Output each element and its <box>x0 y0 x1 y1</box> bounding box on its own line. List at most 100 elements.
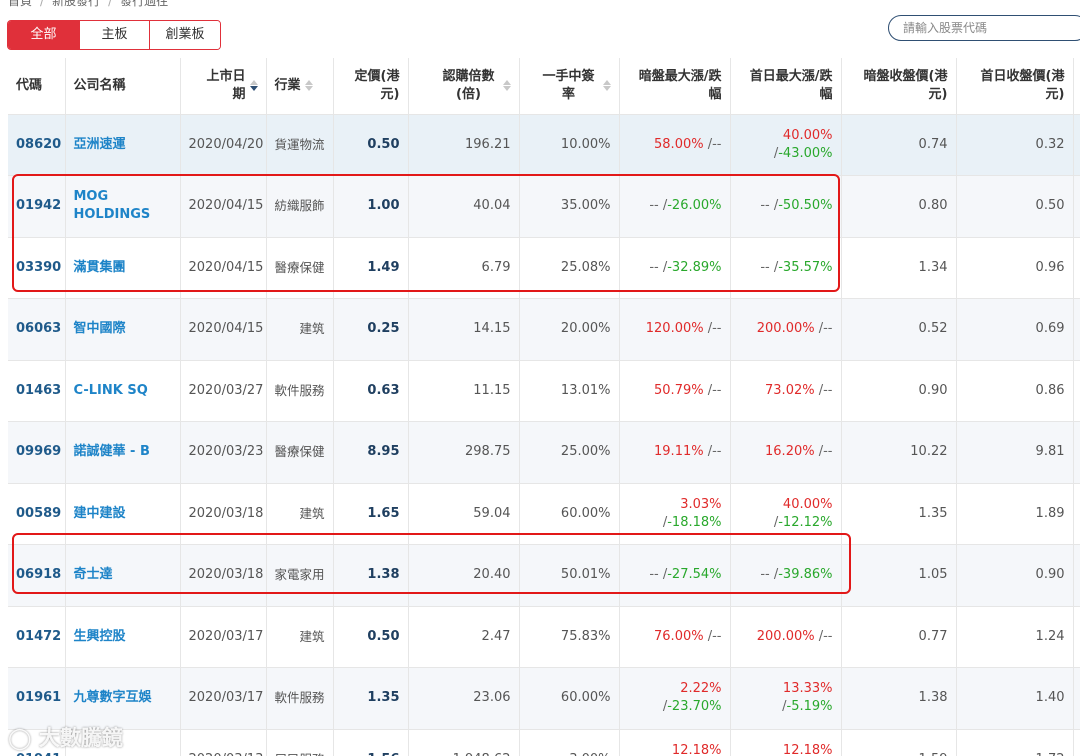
listing-date: 2020/04/20 <box>180 114 267 176</box>
first-day-max-change-high: 13.33% <box>782 681 833 697</box>
tab-gem-board[interactable]: 創業板 <box>150 21 220 49</box>
subscription-multiple: 298.75 <box>408 421 520 484</box>
company-name-link[interactable]: 滿貫集團 <box>65 237 181 299</box>
table-row: 06918 奇士達 2020/03/18 家電家用 1.38 20.40 50.01% -- … <box>8 544 1080 607</box>
sort-icon[interactable] <box>502 79 511 92</box>
grey-market-max-change-high: 76.00% <box>654 628 704 644</box>
grey-market-close: 0.52 <box>841 298 957 361</box>
grey-market-max-change-high: 2.22% <box>680 681 722 697</box>
subscription-multiple: 59.04 <box>408 483 520 545</box>
offer-price: 0.50 <box>333 114 409 176</box>
industry: 建筑 <box>266 483 334 545</box>
col-header-subscription[interactable]: 認購倍數(倍) <box>408 58 520 115</box>
stock-code-link[interactable]: 01463 <box>8 360 66 422</box>
listing-date: 2020/03/17 <box>180 606 267 668</box>
first-day-max-change-low: -5.19% <box>786 699 833 715</box>
grey-market-max-change-low: -- <box>712 382 722 398</box>
stock-code-search-input[interactable] <box>888 15 1080 41</box>
grey-market-max-change: 76.00% /-- <box>619 606 731 668</box>
grey-market-max-change-high: 58.00% <box>654 136 704 152</box>
first-day-max-change-low: -12.12% <box>778 514 833 530</box>
subscription-multiple: 6.79 <box>408 237 520 299</box>
grey-market-max-change: -- /-32.89% <box>619 237 731 299</box>
one-lot-rate: 75.83% <box>519 606 620 668</box>
tab-all[interactable]: 全部 <box>8 21 80 49</box>
board-filter-tabs: 全部 主板 創業板 <box>7 20 221 50</box>
tab-main-board[interactable]: 主板 <box>80 21 150 49</box>
first-day-max-change: -- /-50.50% <box>730 175 842 238</box>
overflow-cell <box>1073 298 1080 361</box>
company-name-link[interactable]: C-LINK SQ <box>65 360 181 422</box>
grey-market-max-change-low: -23.70% <box>667 699 722 715</box>
col-header-price: 定價(港元) <box>333 58 409 115</box>
first-day-max-change-high: 40.00% <box>782 496 833 512</box>
one-lot-rate: 10.00% <box>519 114 620 176</box>
offer-price: 1.00 <box>333 175 409 238</box>
subscription-multiple: 11.15 <box>408 360 520 422</box>
col-header-industry[interactable]: 行業 <box>266 58 334 115</box>
grey-market-max-change-high: -- <box>649 198 659 214</box>
first-day-max-change: -- /-35.57% <box>730 237 842 299</box>
col-header-listing-date[interactable]: 上市日期 <box>180 58 267 115</box>
sort-icon[interactable] <box>602 79 611 92</box>
table-row: 03390 滿貫集團 2020/04/15 醫療保健 1.49 6.79 25.08% -- … <box>8 237 1080 299</box>
stock-code-link[interactable]: 03390 <box>8 237 66 299</box>
first-day-max-change: 73.02% /-- <box>730 360 842 422</box>
company-name-link[interactable]: 諾誠健華 - B <box>65 421 181 484</box>
stock-code-link[interactable]: 01472 <box>8 606 66 668</box>
overflow-cell <box>1073 667 1080 730</box>
stock-code-link[interactable]: 06063 <box>8 298 66 361</box>
overflow-cell <box>1073 114 1080 176</box>
industry: 軟件服務 <box>266 360 334 422</box>
company-name-link[interactable]: 建中建設 <box>65 483 181 545</box>
subscription-multiple: 40.04 <box>408 175 520 238</box>
overflow-cell <box>1073 729 1080 756</box>
grey-market-max-change-high: -- <box>649 567 659 583</box>
company-name-link[interactable]: 九尊數字互娛 <box>65 667 181 730</box>
company-name-link[interactable]: MOG HOLDINGS <box>65 175 181 238</box>
industry: 醫療保健 <box>266 421 334 484</box>
table-row: 00589 建中建設 2020/03/18 建筑 1.65 59.04 60.00% 3.03… <box>8 483 1080 545</box>
company-name-link[interactable]: 生興控股 <box>65 606 181 668</box>
grey-market-max-change-high: 12.18% <box>671 742 722 756</box>
listing-date: 2020/03/13 <box>180 729 267 756</box>
col-header-one-lot-rate[interactable]: 一手中簽率 <box>519 58 620 115</box>
col-header-first-day-close: 首日收盤價(港元) <box>956 58 1074 115</box>
sort-icon[interactable] <box>304 79 313 92</box>
first-day-max-change: -- /-39.86% <box>730 544 842 607</box>
breadcrumb-home[interactable]: 首頁 <box>8 0 32 8</box>
industry: 家電家用 <box>266 544 334 607</box>
first-day-max-change-low: -- <box>823 382 833 398</box>
table-row: 01463 C-LINK SQ 2020/03/27 軟件服務 0.63 11.15 13.… <box>8 360 1080 422</box>
company-name-link[interactable]: 亞洲速運 <box>65 114 181 176</box>
first-day-close: 0.86 <box>956 360 1074 422</box>
table-row: 09969 諾誠健華 - B 2020/03/23 醫療保健 8.95 298.75 25.… <box>8 421 1080 484</box>
stock-code-link[interactable]: 09969 <box>8 421 66 484</box>
stock-code-link[interactable]: 01942 <box>8 175 66 238</box>
stock-code-link[interactable]: 00589 <box>8 483 66 545</box>
grey-market-max-change-low: -26.00% <box>667 198 722 214</box>
listing-date: 2020/03/17 <box>180 667 267 730</box>
one-lot-rate: 25.00% <box>519 421 620 484</box>
grey-market-close: 1.34 <box>841 237 957 299</box>
company-name-link[interactable]: 奇士達 <box>65 544 181 607</box>
listing-date: 2020/04/15 <box>180 298 267 361</box>
overflow-cell <box>1073 606 1080 668</box>
first-day-max-change-low: -- <box>823 628 833 644</box>
listing-date: 2020/04/15 <box>180 175 267 238</box>
watermark-logo: ◯ 大數騰鏡 <box>8 726 123 750</box>
first-day-max-change-low: -39.86% <box>778 567 833 583</box>
stock-code-link[interactable]: 08620 <box>8 114 66 176</box>
stock-code-link[interactable]: 01961 <box>8 667 66 730</box>
overflow-cell <box>1073 483 1080 545</box>
grey-market-close: 1.05 <box>841 544 957 607</box>
sort-desc-icon[interactable] <box>249 79 258 92</box>
offer-price: 1.49 <box>333 237 409 299</box>
company-name-link[interactable]: 智中國際 <box>65 298 181 361</box>
breadcrumb-new-issues[interactable]: 新股發行 <box>52 0 100 8</box>
grey-market-max-change: 3.03% /-18.18% <box>619 483 731 545</box>
first-day-max-change: 13.33% /-5.19% <box>730 667 842 730</box>
subscription-multiple: 23.06 <box>408 667 520 730</box>
stock-code-link[interactable]: 06918 <box>8 544 66 607</box>
offer-price: 8.95 <box>333 421 409 484</box>
